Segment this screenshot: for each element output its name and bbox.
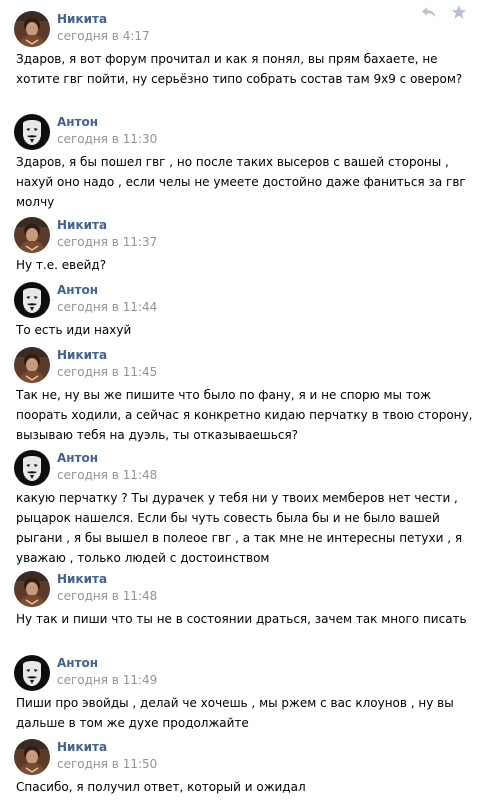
nikita-avatar[interactable] (14, 739, 50, 775)
comment-time[interactable]: сегодня в 4:17 (57, 29, 150, 44)
comment-time[interactable]: сегодня в 11:49 (57, 673, 157, 688)
comment-author[interactable]: Никита (57, 739, 107, 755)
comment-text: Здаров, я бы пошел гвг , но после таких … (16, 155, 466, 209)
nikita-avatar[interactable] (14, 347, 50, 383)
anton-avatar[interactable] (14, 114, 50, 150)
nikita-avatar[interactable] (14, 11, 50, 47)
nikita-avatar[interactable] (14, 217, 50, 253)
nikita-avatar[interactable] (14, 571, 50, 607)
post-actions (421, 4, 467, 20)
comment-text: Ну так и пиши что ты не в состоянии драт… (16, 612, 467, 626)
comment-text: какую перчатку ? Ты дурачек у тебя ни у … (16, 491, 463, 565)
comment-text: Так не, ну вы же пишите что было по фану… (16, 388, 473, 442)
anton-avatar[interactable] (14, 450, 50, 486)
comment-time[interactable]: сегодня в 11:50 (57, 757, 157, 772)
comment-author[interactable]: Антон (57, 450, 98, 466)
comment-text: Пиши про эвойды , делай че хочешь , мы р… (16, 696, 454, 730)
anton-avatar[interactable] (14, 282, 50, 318)
comment-time[interactable]: сегодня в 11:30 (57, 132, 157, 147)
comment-time[interactable]: сегодня в 11:48 (57, 589, 157, 604)
comment-text: Здаров, я вот форум прочитал и как я пон… (16, 52, 463, 86)
reply-arrow-icon[interactable] (421, 4, 437, 20)
comment-time[interactable]: сегодня в 11:37 (57, 235, 157, 250)
star-icon[interactable] (451, 4, 467, 20)
comment-author[interactable]: Никита (57, 571, 107, 587)
comment-author[interactable]: Антон (57, 282, 98, 298)
comment-text: То есть иди нахуй (16, 323, 132, 337)
comment-text: Спасибо, я получил ответ, который и ожид… (16, 780, 306, 794)
comment-author[interactable]: Антон (57, 655, 98, 671)
wall-comments-feed: Никита сегодня в 4:17 Здаров, я вот фору… (0, 0, 487, 802)
comment-author[interactable]: Антон (57, 114, 98, 130)
comment-text: Ну т.е. евейд? (16, 258, 107, 272)
comment-time[interactable]: сегодня в 11:44 (57, 300, 157, 315)
comment-time[interactable]: сегодня в 11:45 (57, 365, 157, 380)
comment-author[interactable]: Никита (57, 11, 107, 27)
comment-author[interactable]: Никита (57, 347, 107, 363)
comment-author[interactable]: Никита (57, 217, 107, 233)
anton-avatar[interactable] (14, 655, 50, 691)
comment-time[interactable]: сегодня в 11:48 (57, 468, 157, 483)
